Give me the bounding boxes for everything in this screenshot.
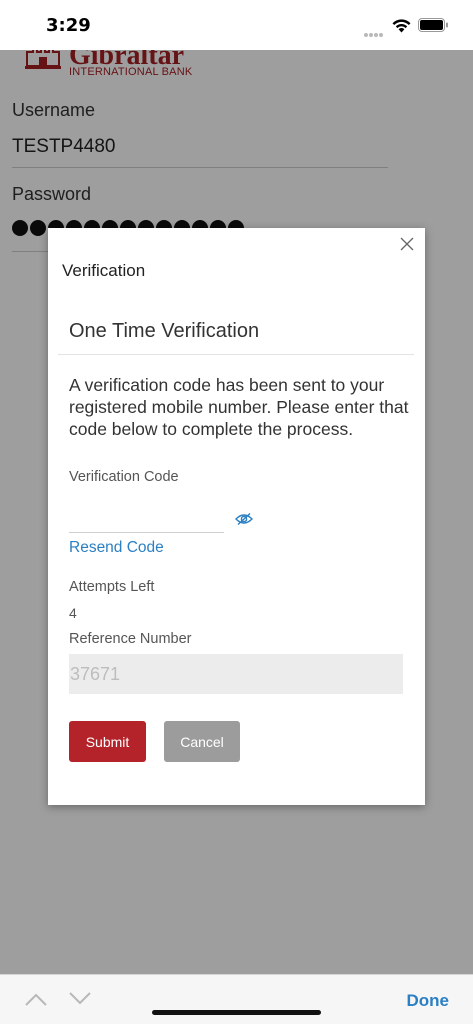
reference-number-field xyxy=(69,654,403,694)
status-time: 3:29 xyxy=(46,15,91,36)
cancel-button[interactable]: Cancel xyxy=(164,721,240,762)
verification-dialog: Verification One Time Verification A ver… xyxy=(48,228,425,805)
wifi-icon xyxy=(392,19,411,33)
verification-message: A verification code has been sent to you… xyxy=(69,375,409,439)
section-divider xyxy=(58,354,414,355)
close-icon[interactable] xyxy=(399,236,415,252)
resend-code-link[interactable]: Resend Code xyxy=(69,539,164,557)
keyboard-accessory-bar: Done xyxy=(0,974,473,1024)
battery-icon xyxy=(418,18,448,32)
verification-code-label: Verification Code xyxy=(69,469,179,485)
eye-slash-icon[interactable] xyxy=(235,512,253,526)
chevron-down-icon[interactable] xyxy=(69,992,91,1006)
section-title: One Time Verification xyxy=(69,320,260,342)
cellular-signal-icon xyxy=(364,24,386,37)
chevron-up-icon[interactable] xyxy=(25,992,47,1006)
dialog-title: Verification xyxy=(62,261,146,280)
submit-button[interactable]: Submit xyxy=(69,721,146,762)
attempts-left-value: 4 xyxy=(69,605,77,621)
status-bar: 3:29 xyxy=(0,0,473,50)
done-button[interactable]: Done xyxy=(407,991,450,1011)
reference-number-label: Reference Number xyxy=(69,631,192,647)
home-indicator xyxy=(152,1010,321,1015)
attempts-left-label: Attempts Left xyxy=(69,579,155,595)
verification-code-input[interactable] xyxy=(69,511,224,533)
